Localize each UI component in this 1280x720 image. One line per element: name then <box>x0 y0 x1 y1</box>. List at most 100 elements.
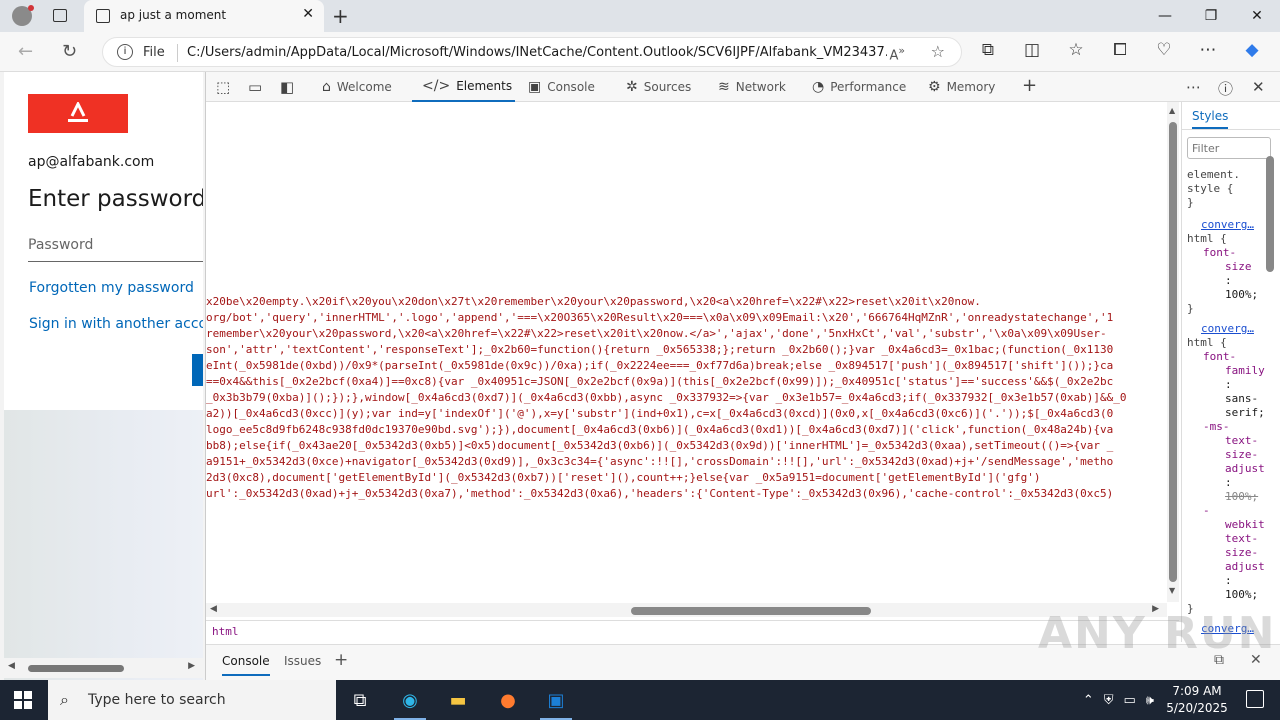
elements-source-view[interactable]: x20be\x20empty.\x20if\x20you\x20don\x27t… <box>206 102 1167 602</box>
outlook-icon[interactable]: ▣ <box>536 684 576 720</box>
tab-performance[interactable]: ◔ Performance <box>812 72 906 102</box>
scroll-up-icon[interactable]: ▲ <box>1169 106 1175 115</box>
drawer-tab-issues[interactable]: Issues <box>284 654 321 668</box>
window-controls: — ❐ ✕ <box>1142 0 1280 32</box>
clock-time: 7:09 AM <box>1172 684 1222 698</box>
address-bar[interactable]: i File C:/Users/admin/AppData/Local/Micr… <box>102 37 962 67</box>
scrollbar-thumb[interactable] <box>1266 156 1274 272</box>
anyrun-watermark: ANY RUN <box>1038 608 1277 659</box>
home-icon: ⌂ <box>322 79 331 95</box>
more-menu-icon[interactable]: ⋯ <box>1196 40 1220 60</box>
device-emulation-icon[interactable]: ▭ <box>248 78 262 96</box>
tab-welcome[interactable]: ⌂ Welcome <box>322 72 392 102</box>
code-line: org/bot','query','innerHTML','.logo','ap… <box>206 311 1114 324</box>
alfa-logo-icon <box>68 102 88 122</box>
read-aloud-icon[interactable]: A» <box>889 44 905 63</box>
styles-scrollbar[interactable] <box>1265 152 1275 632</box>
code-horizontal-scrollbar[interactable]: ◀ ▶ <box>206 603 1167 617</box>
minimize-icon[interactable]: — <box>1142 0 1188 32</box>
clock-date: 5/20/2025 <box>1166 701 1228 715</box>
bug-icon: ✲ <box>626 79 638 95</box>
browser-tab-strip: ap just a moment ✕ + — ❐ ✕ <box>0 0 1280 32</box>
notification-dot-icon <box>28 5 34 11</box>
browser-tab[interactable]: ap just a moment ✕ <box>84 0 324 32</box>
style-source-link[interactable]: converg… <box>1187 218 1269 232</box>
edge-icon[interactable]: ◉ <box>390 684 430 720</box>
dock-sidebar-icon[interactable]: ◧ <box>280 78 294 96</box>
devtools-toolbar: ⬚ ▭ ◧ ⌂ Welcome </> Elements ▣ Console ✲ Sou… <box>206 72 1280 102</box>
scrollbar-thumb[interactable] <box>1169 122 1177 582</box>
breadcrumb-html[interactable]: html <box>212 625 239 638</box>
url-text[interactable]: C:/Users/admin/AppData/Local/Microsoft/W… <box>187 45 887 60</box>
network-icon[interactable]: ▭ <box>1124 693 1136 708</box>
styles-filter-input[interactable] <box>1187 137 1271 159</box>
code-line: a2))[_0x4a6cd3(0xcc)](y);var ind=y['inde… <box>206 407 1114 420</box>
file-explorer-icon[interactable]: ▬ <box>438 684 478 716</box>
reload-icon[interactable]: ↻ <box>62 41 77 62</box>
close-window-icon[interactable]: ✕ <box>1234 0 1280 32</box>
password-input[interactable] <box>28 228 203 262</box>
scroll-right-icon[interactable]: ▶ <box>188 661 195 671</box>
memory-icon: ⚙ <box>928 79 941 95</box>
notifications-icon[interactable] <box>1246 690 1264 708</box>
tab-styles[interactable]: Styles <box>1192 109 1229 129</box>
tab-network[interactable]: ≋ Network <box>718 72 786 102</box>
split-screen-icon[interactable]: ◫ <box>1020 40 1044 60</box>
code-vertical-scrollbar[interactable]: ▲ ▼ <box>1167 102 1179 602</box>
firefox-icon[interactable]: ● <box>488 684 528 716</box>
code-line: _0x3b3b79(0xba)]();});},window[_0x4a6cd3… <box>206 391 1127 404</box>
scroll-down-icon[interactable]: ▼ <box>1169 586 1175 595</box>
close-tab-icon[interactable]: ✕ <box>302 6 314 22</box>
scrollbar-thumb[interactable] <box>631 607 871 615</box>
restore-icon[interactable]: ❐ <box>1188 0 1234 32</box>
tab-memory[interactable]: ⚙ Memory <box>928 72 995 102</box>
sign-in-button[interactable] <box>192 354 203 386</box>
dom-breadcrumb: html <box>206 620 1179 642</box>
page-horizontal-scrollbar[interactable]: ◀ ▶ <box>4 658 203 678</box>
page-favicon-icon <box>96 9 110 23</box>
copilot-icon[interactable]: ◆ <box>1240 40 1264 60</box>
collections-icon[interactable]: ⧠ <box>1108 40 1132 60</box>
scroll-left-icon[interactable]: ◀ <box>210 604 217 614</box>
code-line: 2d3(0xc8),document['getElementById'](_0x… <box>206 471 1041 484</box>
tab-actions-icon[interactable] <box>53 9 67 22</box>
close-devtools-icon[interactable]: ✕ <box>1252 78 1265 96</box>
account-email: ap@alfabank.com <box>28 154 155 170</box>
help-icon[interactable]: ⓘ <box>1218 78 1233 99</box>
new-tab-icon[interactable]: + <box>332 4 349 28</box>
info-icon[interactable]: i <box>117 44 133 60</box>
tab-sources[interactable]: ✲ Sources <box>626 72 691 102</box>
drawer-tab-console[interactable]: Console <box>222 654 270 676</box>
code-line: bb8);else{if(_0x43ae20[_0x5342d3(0xb5)]<… <box>206 439 1114 452</box>
security-icon[interactable]: ⛨ <box>1104 693 1114 708</box>
taskbar-clock[interactable]: 7:09 AM 5/20/2025 <box>1162 683 1232 717</box>
start-button[interactable] <box>14 691 32 709</box>
code-line: remember\x20your\x20password,\x20<a\x20h… <box>206 327 1107 340</box>
url-separator <box>177 44 178 62</box>
style-source-link[interactable]: converg… <box>1187 322 1269 336</box>
show-hidden-icons-icon[interactable]: ⌃ <box>1083 693 1094 708</box>
forgot-password-link[interactable]: Forgotten my password <box>29 280 194 296</box>
favorite-star-icon[interactable]: ☆ <box>931 42 945 61</box>
add-tool-icon[interactable]: + <box>1022 75 1037 96</box>
code-line: url':_0x5342d3(0xad)+j+_0x5342d3(0xa7),'… <box>206 487 1114 500</box>
extensions-icon[interactable]: ⧉ <box>976 40 1000 60</box>
add-drawer-tab-icon[interactable]: + <box>334 650 348 670</box>
windows-taskbar: ⌕ Type here to search ⧉ ◉ ▬ ● ▣ ⌃ ⛨ ▭ 🕪 … <box>0 680 1280 720</box>
scrollbar-thumb[interactable] <box>28 665 124 672</box>
browser-essentials-icon[interactable]: ♡ <box>1152 40 1176 60</box>
volume-icon[interactable]: 🕪 <box>1146 693 1154 708</box>
back-icon[interactable]: ← <box>18 41 33 62</box>
tab-console[interactable]: ▣ Console <box>528 72 595 102</box>
tab-elements[interactable]: </> Elements <box>412 72 515 102</box>
more-options-icon[interactable]: ⋯ <box>1186 78 1201 96</box>
favorites-icon[interactable]: ☆ <box>1064 40 1088 60</box>
sign-in-another-account-link[interactable]: Sign in with another account <box>29 316 203 332</box>
performance-icon: ◔ <box>812 79 825 95</box>
inspect-element-icon[interactable]: ⬚ <box>216 78 230 96</box>
scroll-left-icon[interactable]: ◀ <box>8 661 15 671</box>
code-line: x20be\x20empty.\x20if\x20you\x20don\x27t… <box>206 295 981 308</box>
taskbar-search[interactable]: ⌕ Type here to search <box>48 680 336 720</box>
task-view-icon[interactable]: ⧉ <box>340 684 380 716</box>
search-placeholder: Type here to search <box>88 692 226 708</box>
